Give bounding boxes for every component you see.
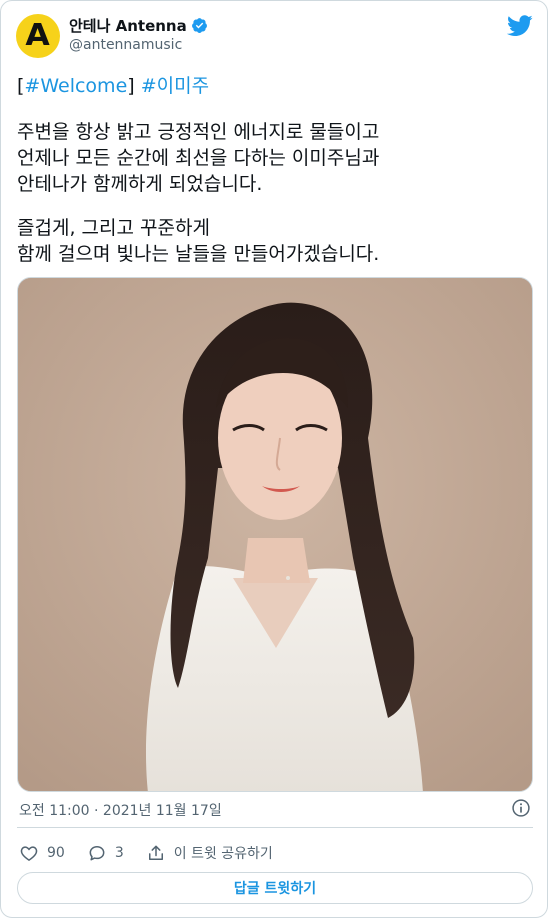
display-name-row[interactable]: 안테나 Antenna xyxy=(69,15,208,36)
divider-top xyxy=(17,827,533,828)
reply-count-button[interactable]: 3 xyxy=(87,843,124,863)
reply-tweet-button[interactable]: 답글 트윗하기 xyxy=(17,872,533,904)
account-handle[interactable]: @antennamusic xyxy=(69,37,182,53)
tweet-line-4: 즐겁게, 그리고 꾸준하게 xyxy=(17,217,210,239)
tweet-timestamp[interactable]: 오전 11:00 · 2021년 11월 17일 xyxy=(19,800,222,820)
heart-icon xyxy=(20,846,38,861)
hashtag-welcome[interactable]: #Welcome xyxy=(24,75,127,97)
tweet-text: [#Welcome] #이미주 주변을 항상 밝고 긍정적인 에너지로 물들이고… xyxy=(17,73,533,267)
bracket-close: ] xyxy=(127,75,135,97)
reply-count: 3 xyxy=(114,845,124,861)
tweet-actions: 90 3 이 트윗 공유하기 xyxy=(19,841,295,865)
info-icon[interactable] xyxy=(511,798,531,818)
verified-badge-icon xyxy=(191,18,207,33)
tweet-line-5: 함께 걸으며 빛나는 날들을 만들어가겠습니다. xyxy=(17,243,380,265)
like-count: 90 xyxy=(47,845,65,861)
tweet-line-3: 안테나가 함께하게 되었습니다. xyxy=(17,173,263,195)
tweet-line-1: 주변을 항상 밝고 긍정적인 에너지로 물들이고 xyxy=(17,121,380,143)
like-button[interactable]: 90 xyxy=(19,843,65,863)
display-name[interactable]: 안테나 Antenna xyxy=(69,15,187,36)
portrait-illustration xyxy=(18,278,532,791)
share-label: 이 트윗 공유하기 xyxy=(173,846,273,862)
comment-icon xyxy=(89,846,105,861)
hashtag-name[interactable]: #이미주 xyxy=(141,75,209,97)
tweet-header: A 안테나 Antenna @antennamusic xyxy=(1,1,548,67)
hashtag-line: [#Welcome] #이미주 xyxy=(17,73,533,99)
avatar-letter: A xyxy=(25,18,51,53)
twitter-bird-icon[interactable] xyxy=(507,15,533,37)
tweet-photo[interactable] xyxy=(17,277,533,792)
share-button[interactable]: 이 트윗 공유하기 xyxy=(146,843,273,863)
tweet-card: A 안테나 Antenna @antennamusic [#Welcome] #… xyxy=(0,0,548,918)
tweet-line-2: 언제나 모든 순간에 최선을 다하는 이미주님과 xyxy=(17,147,380,169)
share-icon xyxy=(148,845,163,860)
avatar[interactable]: A xyxy=(16,14,60,58)
